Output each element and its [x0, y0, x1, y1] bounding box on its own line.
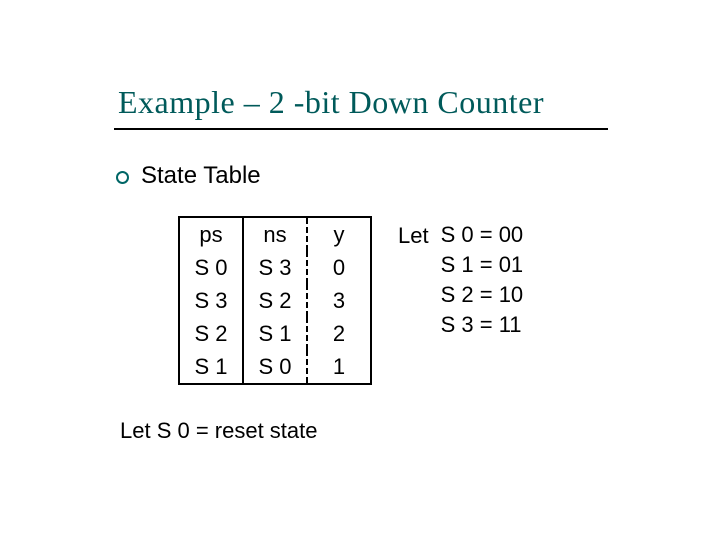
table-row: S 3 S 2 3 — [179, 284, 371, 317]
let-word: Let — [398, 220, 429, 340]
encoding-let-block: Let S 0 = 00 S 1 = 01 S 2 = 10 S 3 = 11 — [398, 220, 523, 340]
encoding-line: S 0 = 00 — [441, 220, 524, 250]
cell-ps: S 1 — [179, 350, 243, 384]
encoding-line: S 3 = 11 — [441, 310, 524, 340]
cell-ps: S 2 — [179, 317, 243, 350]
encoding-line: S 2 = 10 — [441, 280, 524, 310]
table-row: S 0 S 3 0 — [179, 251, 371, 284]
bullet-ring-icon — [116, 171, 129, 184]
cell-y: 1 — [307, 350, 371, 384]
bullet-state-table: State Table — [116, 162, 261, 190]
cell-ps: S 0 — [179, 251, 243, 284]
table-header-row: ps ns y — [179, 217, 371, 251]
table-row: S 2 S 1 2 — [179, 317, 371, 350]
encoding-line: S 1 = 01 — [441, 250, 524, 280]
cell-y: 0 — [307, 251, 371, 284]
state-table: ps ns y S 0 S 3 0 S 3 S 2 3 S 2 S 1 2 S … — [178, 216, 372, 385]
cell-y: 3 — [307, 284, 371, 317]
cell-ns: S 0 — [243, 350, 307, 384]
bullet-text: State Table — [141, 162, 261, 190]
cell-ns: S 3 — [243, 251, 307, 284]
header-ps: ps — [179, 217, 243, 251]
table-row: S 1 S 0 1 — [179, 350, 371, 384]
title-underline — [114, 128, 608, 130]
slide: Example – 2 -bit Down Counter State Tabl… — [0, 0, 720, 540]
cell-ns: S 2 — [243, 284, 307, 317]
encoding-list: S 0 = 00 S 1 = 01 S 2 = 10 S 3 = 11 — [441, 220, 524, 340]
cell-ps: S 3 — [179, 284, 243, 317]
cell-ns: S 1 — [243, 317, 307, 350]
header-ns: ns — [243, 217, 307, 251]
header-y: y — [307, 217, 371, 251]
slide-title: Example – 2 -bit Down Counter — [118, 84, 544, 121]
reset-state-note: Let S 0 = reset state — [120, 418, 318, 444]
cell-y: 2 — [307, 317, 371, 350]
